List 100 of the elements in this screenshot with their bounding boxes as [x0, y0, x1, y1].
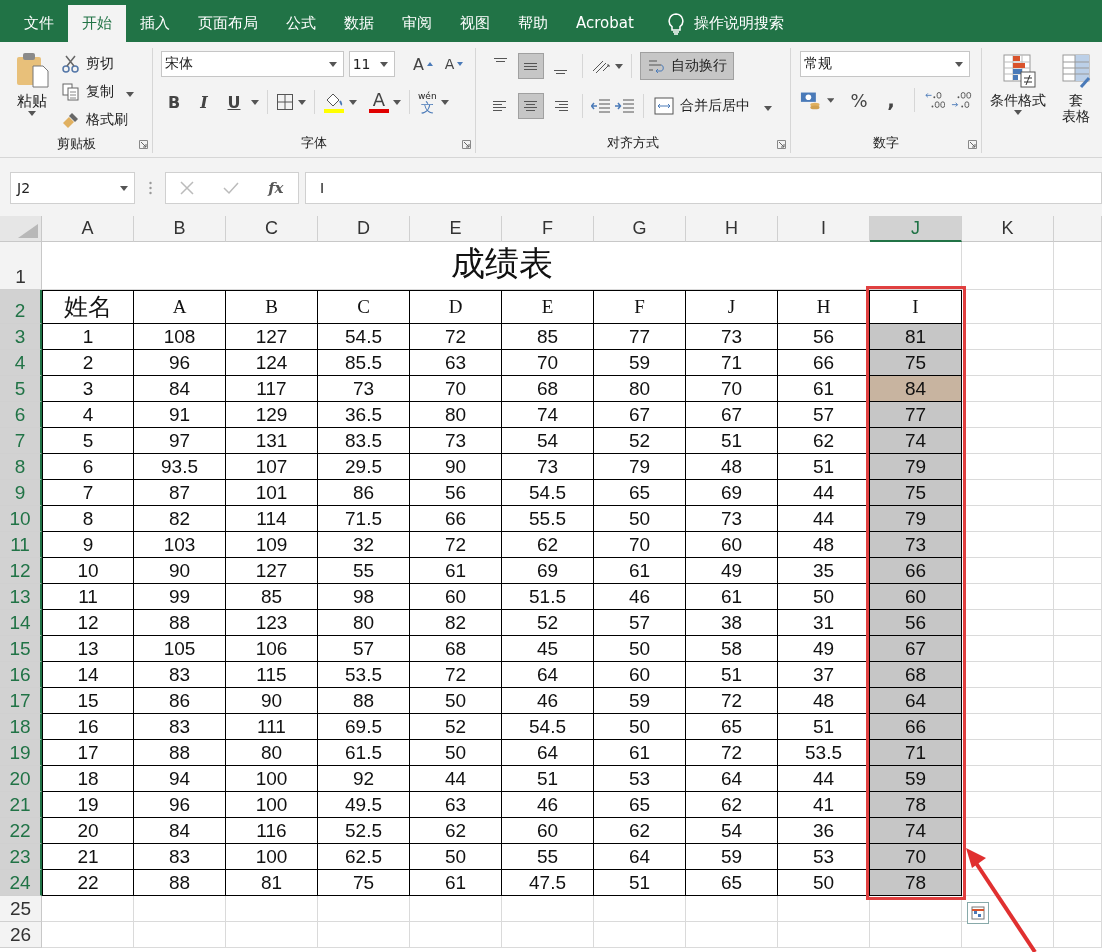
row-header[interactable]: 16 [0, 662, 42, 688]
column-header[interactable]: H [686, 216, 778, 242]
currency-icon[interactable] [800, 90, 821, 110]
row-header[interactable]: 1 [0, 242, 42, 290]
merge-caret-icon[interactable] [764, 106, 772, 111]
grip-icon[interactable] [148, 181, 152, 195]
row-header[interactable]: 14 [0, 610, 42, 636]
format-painter-button[interactable]: 格式刷 [60, 106, 136, 134]
font-color-caret-icon[interactable] [393, 99, 401, 105]
dialog-launcher-icon[interactable] [777, 140, 786, 149]
column-header[interactable]: I [778, 216, 870, 242]
font-size-caret-icon[interactable] [380, 61, 388, 67]
shrink-font-button[interactable]: A [441, 51, 467, 77]
wrap-text-button[interactable]: 自动换行 [640, 52, 734, 80]
column-header[interactable]: A [42, 216, 134, 242]
column-header[interactable]: E [410, 216, 502, 242]
ribbon-tab[interactable]: 公式 [272, 5, 330, 42]
paste-button[interactable]: 粘贴 [12, 48, 52, 134]
italic-button[interactable]: I [191, 89, 217, 115]
phonetic-caret-icon[interactable] [440, 99, 449, 105]
underline-button[interactable]: U [221, 89, 247, 115]
ribbon-tab[interactable]: 页面布局 [184, 5, 272, 42]
fill-color-icon[interactable] [323, 91, 345, 113]
align-middle-button[interactable] [518, 53, 544, 79]
row-header[interactable]: 2 [0, 290, 42, 324]
lightbulb-icon[interactable] [667, 12, 684, 35]
ribbon-tab[interactable]: 文件 [10, 5, 68, 42]
name-box-caret-icon[interactable] [120, 185, 128, 191]
column-header[interactable]: D [318, 216, 410, 242]
row-header[interactable]: 8 [0, 454, 42, 480]
fill-color-caret-icon[interactable] [349, 99, 357, 105]
font-size-field[interactable]: 11 [348, 51, 395, 77]
search-hint[interactable]: 操作说明搜索 [693, 14, 784, 33]
borders-icon[interactable] [276, 93, 294, 111]
ribbon-tab[interactable]: 审阅 [388, 5, 446, 42]
row-header[interactable]: 11 [0, 532, 42, 558]
column-header[interactable]: J [870, 216, 962, 242]
column-header[interactable]: B [134, 216, 226, 242]
percent-button[interactable]: % [846, 87, 872, 113]
formula-field[interactable]: I [305, 172, 1102, 204]
column-header[interactable]: K [962, 216, 1054, 242]
increase-decimal-icon[interactable] [924, 90, 946, 110]
column-header[interactable]: F [502, 216, 594, 242]
comma-button[interactable]: , [878, 87, 904, 113]
ribbon-tab[interactable]: 开始 [68, 5, 126, 42]
quick-analysis-icon[interactable] [967, 902, 989, 924]
ribbon-tab[interactable]: Acrobat [562, 5, 648, 42]
row-header[interactable]: 26 [0, 922, 42, 948]
format-as-table-button[interactable]: 套 表格 [1056, 54, 1096, 153]
bold-button[interactable]: B [161, 89, 187, 115]
increase-indent-icon[interactable] [615, 98, 635, 114]
column-header[interactable]: C [226, 216, 318, 242]
grow-font-button[interactable]: A [410, 51, 436, 77]
ribbon-tab[interactable]: 数据 [330, 5, 388, 42]
dialog-launcher-icon[interactable] [462, 140, 471, 149]
borders-caret-icon[interactable] [298, 99, 306, 105]
align-center-button[interactable] [518, 93, 544, 119]
phonetic-guide-button[interactable]: wén 文 [418, 91, 437, 113]
ribbon-tab[interactable]: 视图 [446, 5, 504, 42]
row-header[interactable]: 12 [0, 558, 42, 584]
copy-button[interactable]: 复制 [60, 78, 136, 106]
conditional-formatting-button[interactable]: 条件格式 [990, 54, 1046, 153]
row-header[interactable]: 17 [0, 688, 42, 714]
row-header[interactable]: 25 [0, 896, 42, 922]
row-header[interactable]: 3 [0, 324, 42, 350]
dialog-launcher-icon[interactable] [139, 140, 148, 149]
number-format-field[interactable]: 常规 [800, 51, 970, 77]
ribbon-tab[interactable]: 帮助 [504, 5, 562, 42]
row-header[interactable]: 15 [0, 636, 42, 662]
row-header[interactable]: 22 [0, 818, 42, 844]
decrease-decimal-icon[interactable] [951, 90, 972, 110]
dialog-launcher-icon[interactable] [968, 140, 977, 149]
row-header[interactable]: 5 [0, 376, 42, 402]
row-header[interactable]: 18 [0, 714, 42, 740]
row-header[interactable]: 9 [0, 480, 42, 506]
font-color-button[interactable]: A [369, 91, 389, 113]
number-format-caret-icon[interactable] [955, 61, 963, 67]
row-header[interactable]: 7 [0, 428, 42, 454]
font-name-field[interactable]: 宋体 [161, 51, 344, 77]
row-header[interactable]: 10 [0, 506, 42, 532]
currency-caret-icon[interactable] [826, 97, 834, 103]
copy-caret-icon[interactable] [126, 92, 134, 97]
row-header[interactable]: 4 [0, 350, 42, 376]
conditional-caret-icon[interactable] [1014, 110, 1022, 115]
name-box[interactable]: J2 [10, 172, 135, 204]
column-header[interactable]: G [594, 216, 686, 242]
row-header[interactable]: 24 [0, 870, 42, 896]
merge-center-button[interactable]: 合并后居中 [652, 92, 774, 120]
orientation-caret-icon[interactable] [615, 63, 623, 69]
row-header[interactable]: 20 [0, 766, 42, 792]
row-header[interactable]: 23 [0, 844, 42, 870]
ribbon-tab[interactable]: 插入 [126, 5, 184, 42]
decrease-indent-icon[interactable] [591, 98, 611, 114]
underline-caret-icon[interactable] [251, 99, 259, 105]
font-name-caret-icon[interactable] [328, 61, 337, 67]
row-header[interactable]: 6 [0, 402, 42, 428]
row-header[interactable]: 13 [0, 584, 42, 610]
row-header[interactable]: 21 [0, 792, 42, 818]
paste-caret-icon[interactable] [28, 111, 36, 116]
insert-function-button[interactable]: fx [268, 179, 284, 197]
